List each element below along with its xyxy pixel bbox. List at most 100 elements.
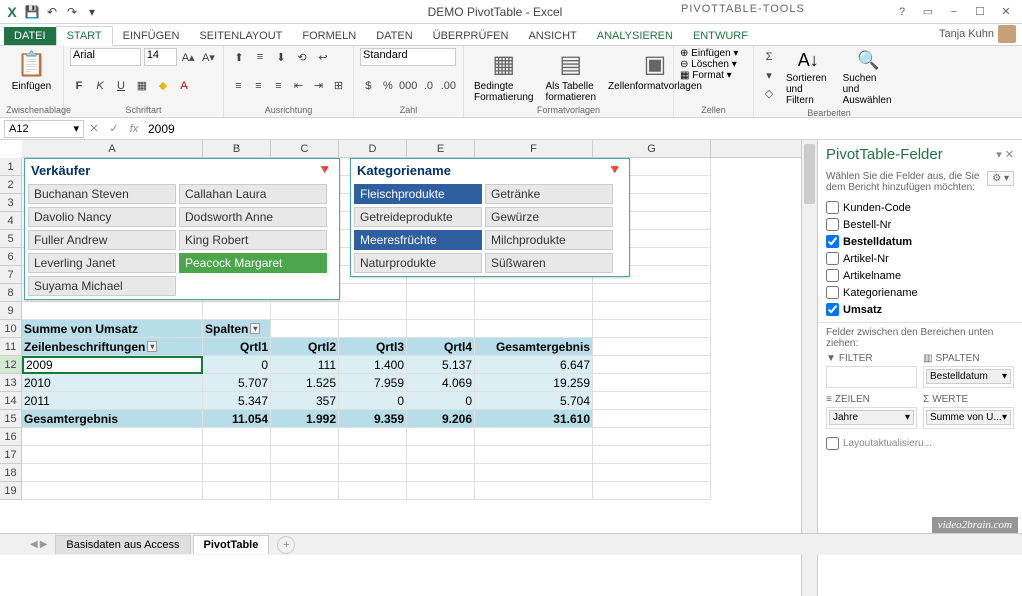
cell[interactable]: [475, 428, 593, 446]
slicer-item[interactable]: Milchprodukte: [485, 230, 613, 250]
row-header[interactable]: 4: [0, 212, 21, 230]
slicer-item[interactable]: Callahan Laura: [179, 184, 327, 204]
cell[interactable]: [407, 302, 475, 320]
row-header[interactable]: 17: [0, 446, 21, 464]
font-size-select[interactable]: 14: [144, 48, 177, 66]
as-table-button[interactable]: ▤Als Tabelle formatieren: [541, 48, 600, 105]
cell[interactable]: 4.069: [407, 374, 475, 392]
cell[interactable]: [475, 482, 593, 500]
user-area[interactable]: Tanja Kuhn: [933, 23, 1022, 45]
clear-icon[interactable]: ◇: [760, 84, 778, 102]
cell[interactable]: 5.704: [475, 392, 593, 410]
fill-icon[interactable]: ▾: [760, 66, 778, 84]
field-checkbox[interactable]: [826, 218, 839, 231]
minimize-icon[interactable]: −: [942, 3, 966, 21]
col-header-F[interactable]: F: [475, 140, 593, 157]
cell[interactable]: [407, 464, 475, 482]
field-checkbox[interactable]: [826, 252, 839, 265]
cell[interactable]: 19.259: [475, 374, 593, 392]
field-item[interactable]: Umsatz: [826, 301, 1014, 318]
sheet-nav-prev-icon[interactable]: ◀: [30, 539, 38, 550]
field-item[interactable]: Artikelname: [826, 267, 1014, 284]
dropdown-icon[interactable]: ▾: [905, 412, 910, 423]
align-center-icon[interactable]: ≡: [250, 77, 267, 95]
tab-analysieren[interactable]: ANALYSIEREN: [587, 27, 683, 45]
slicer-item[interactable]: Fleischprodukte: [354, 184, 482, 204]
cell[interactable]: [203, 428, 271, 446]
slicer-item[interactable]: Davolio Nancy: [28, 207, 176, 227]
redo-icon[interactable]: ↷: [64, 4, 80, 20]
accept-formula-icon[interactable]: ✓: [104, 122, 124, 135]
field-checkbox[interactable]: [826, 303, 839, 316]
row-header[interactable]: 9: [0, 302, 21, 320]
align-bottom-icon[interactable]: ⬇: [272, 48, 290, 66]
cell[interactable]: Spalten▾: [203, 320, 271, 338]
sheet-tab-basisdaten[interactable]: Basisdaten aus Access: [55, 535, 190, 554]
cell[interactable]: [407, 482, 475, 500]
row-header[interactable]: 15: [0, 410, 21, 428]
cell[interactable]: [22, 428, 203, 446]
slicer-item[interactable]: Gewürze: [485, 207, 613, 227]
slicer-item[interactable]: Getreideprodukte: [354, 207, 482, 227]
cell[interactable]: [475, 302, 593, 320]
align-middle-icon[interactable]: ≡: [251, 48, 269, 66]
indent-dec-icon[interactable]: ⇤: [290, 77, 307, 95]
cell[interactable]: [593, 464, 711, 482]
align-top-icon[interactable]: ⬆: [230, 48, 248, 66]
underline-button[interactable]: U: [112, 77, 130, 95]
slicer-item[interactable]: Dodsworth Anne: [179, 207, 327, 227]
dropdown-icon[interactable]: ▾: [1002, 371, 1007, 382]
slicer-item[interactable]: Suyama Michael: [28, 276, 176, 296]
tab-daten[interactable]: DATEN: [366, 27, 422, 45]
name-box-dropdown-icon[interactable]: ▾: [73, 122, 79, 135]
cell[interactable]: Qrtl1: [203, 338, 271, 356]
field-pane-gear-icon[interactable]: ⚙ ▾: [987, 171, 1014, 186]
row-header[interactable]: 16: [0, 428, 21, 446]
wrap-text-icon[interactable]: ↩: [314, 48, 332, 66]
cell[interactable]: [339, 446, 407, 464]
inc-decimal-icon[interactable]: .0: [420, 77, 437, 95]
slicer-item[interactable]: King Robert: [179, 230, 327, 250]
row-header[interactable]: 18: [0, 464, 21, 482]
cell[interactable]: [203, 464, 271, 482]
cell[interactable]: [475, 284, 593, 302]
cell[interactable]: [593, 320, 711, 338]
slicer-item[interactable]: Buchanan Steven: [28, 184, 176, 204]
area-item[interactable]: Jahre▾: [829, 410, 914, 425]
area-item[interactable]: Bestelldatum▾: [926, 369, 1011, 384]
cell[interactable]: [271, 482, 339, 500]
cell[interactable]: [407, 320, 475, 338]
cell[interactable]: [339, 464, 407, 482]
cell[interactable]: [593, 338, 711, 356]
field-checkbox[interactable]: [826, 286, 839, 299]
cell[interactable]: Gesamtergebnis: [22, 410, 203, 428]
cell[interactable]: 9.206: [407, 410, 475, 428]
cell[interactable]: [203, 302, 271, 320]
defer-checkbox[interactable]: [826, 437, 839, 450]
help-icon[interactable]: ?: [890, 3, 914, 21]
area-values[interactable]: ΣWERTE Summe von U...▾: [923, 394, 1014, 429]
orientation-icon[interactable]: ⟲: [293, 48, 311, 66]
undo-icon[interactable]: ↶: [44, 4, 60, 20]
align-left-icon[interactable]: ≡: [230, 77, 247, 95]
align-right-icon[interactable]: ≡: [270, 77, 287, 95]
cell[interactable]: [339, 302, 407, 320]
sort-filter-button[interactable]: A↓Sortieren und Filtern: [782, 48, 835, 108]
cell[interactable]: 0: [339, 392, 407, 410]
area-item[interactable]: Summe von U...▾: [926, 410, 1011, 425]
cell[interactable]: 31.610: [475, 410, 593, 428]
row-header[interactable]: 1: [0, 158, 21, 176]
delete-cells-button[interactable]: ⊖ Löschen ▾: [680, 59, 747, 70]
number-format-select[interactable]: Standard: [360, 48, 456, 66]
fill-color-button[interactable]: ◆: [154, 77, 172, 95]
cell[interactable]: 1.525: [271, 374, 339, 392]
cell[interactable]: [271, 446, 339, 464]
field-item[interactable]: Kunden-Code: [826, 199, 1014, 216]
cell[interactable]: [475, 464, 593, 482]
col-header-B[interactable]: B: [203, 140, 271, 157]
row-header[interactable]: 6: [0, 248, 21, 266]
cell[interactable]: 5.707: [203, 374, 271, 392]
vertical-scrollbar[interactable]: [801, 140, 817, 596]
cell[interactable]: 357: [271, 392, 339, 410]
cell[interactable]: [593, 356, 711, 374]
